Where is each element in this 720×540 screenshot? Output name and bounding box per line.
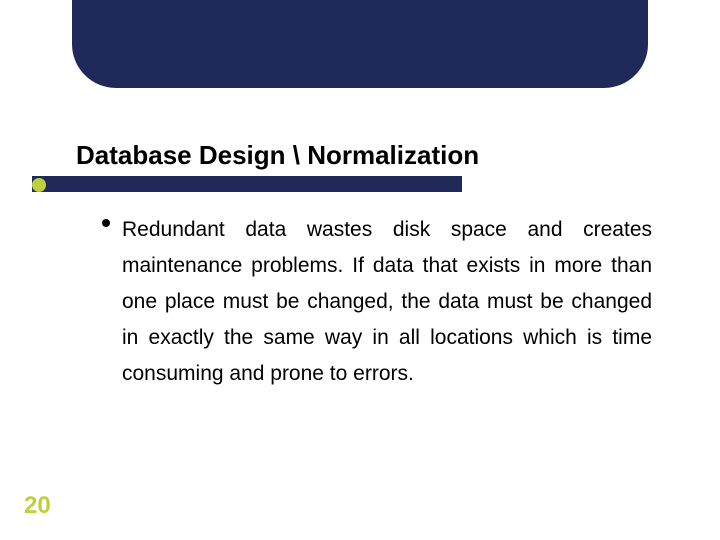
accent-dot-icon bbox=[32, 178, 46, 192]
slide-title: Database Design \ Normalization bbox=[76, 140, 479, 171]
page-number: 20 bbox=[24, 492, 51, 520]
header-block bbox=[72, 0, 648, 88]
body-content: Redundant data wastes disk space and cre… bbox=[122, 212, 652, 392]
bullet-text: Redundant data wastes disk space and cre… bbox=[122, 212, 652, 392]
title-underline bbox=[32, 176, 462, 192]
bullet-icon bbox=[102, 219, 110, 227]
